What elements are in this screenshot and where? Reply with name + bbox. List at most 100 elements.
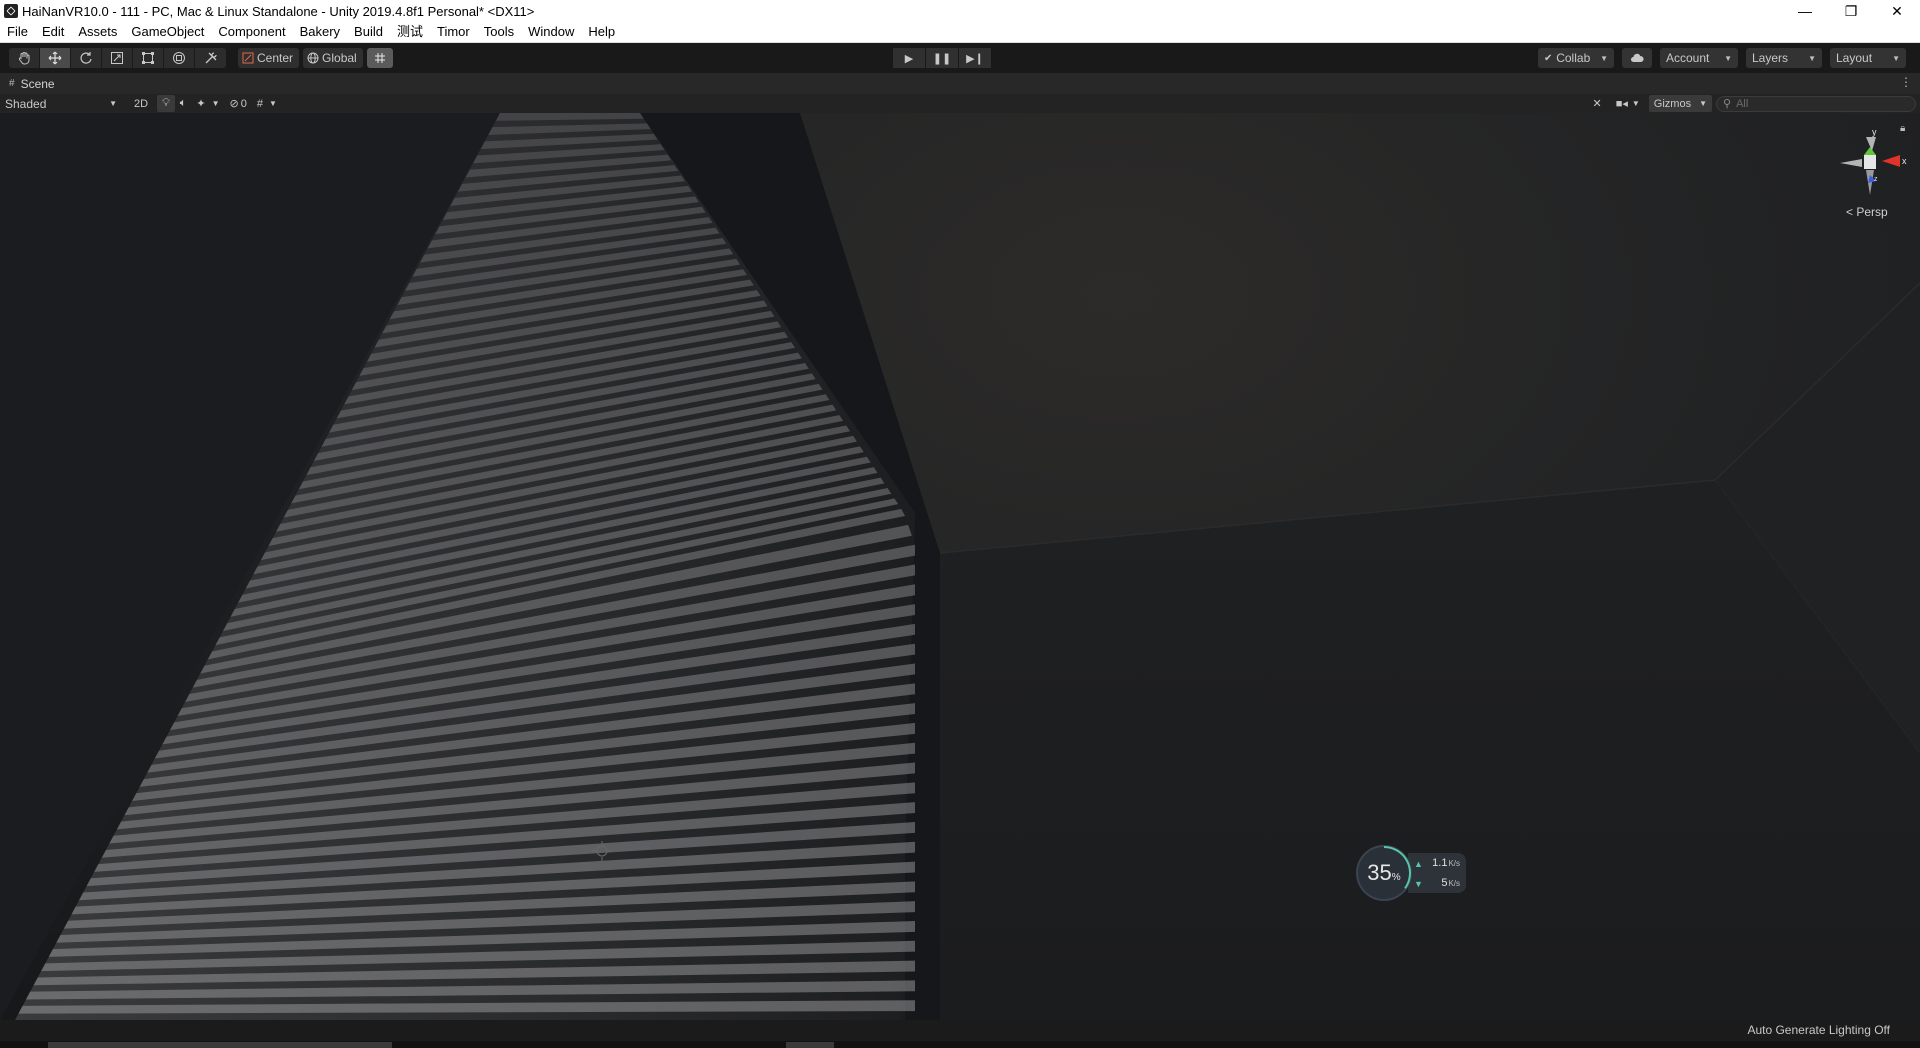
search-icon: ⚲ xyxy=(1723,98,1732,110)
play-button[interactable]: ▶ xyxy=(893,48,925,68)
wrench-icon xyxy=(205,52,217,64)
scene-tab-bar: # Scene ⋮ xyxy=(0,73,1920,95)
collab-label: Collab xyxy=(1556,51,1591,65)
unity-logo-icon xyxy=(4,4,18,18)
hand-tool-button[interactable] xyxy=(9,48,40,68)
step-button[interactable]: ▶❙ xyxy=(959,48,991,68)
chevron-down-icon: ▼ xyxy=(1699,99,1707,108)
scene-lighting-toggle[interactable]: 💡︎ xyxy=(157,95,175,112)
maximize-button[interactable]: ❐ xyxy=(1828,0,1874,22)
gizmo-z-label: z xyxy=(1874,176,1878,183)
menu-tools[interactable]: Tools xyxy=(477,22,521,42)
grid-visibility-dropdown[interactable]: # ▼ xyxy=(252,95,282,112)
gizmos-dropdown[interactable]: Gizmos ▼ xyxy=(1648,95,1712,112)
layers-dropdown[interactable]: Layers ▼ xyxy=(1746,48,1822,68)
menu-test[interactable]: 测试 xyxy=(390,22,430,42)
scene-audio-toggle[interactable]: 🔈︎ xyxy=(175,95,192,112)
shading-mode-dropdown[interactable]: Shaded ▼ xyxy=(3,95,119,112)
tab-scene[interactable]: # Scene xyxy=(0,77,55,91)
gizmo-x-axis xyxy=(1882,155,1900,167)
download-arrow-icon: ▼ xyxy=(1414,879,1423,889)
gizmo-center-cube xyxy=(1864,155,1876,169)
scene-search-input[interactable]: ⚲ All xyxy=(1716,95,1916,112)
pivot-global-button[interactable]: Global xyxy=(303,48,363,68)
transform-tools xyxy=(9,48,226,68)
scene-tools-button[interactable]: ✕ xyxy=(1587,95,1606,112)
custom-tool-button[interactable] xyxy=(195,48,226,68)
globe-icon xyxy=(307,52,319,64)
account-dropdown[interactable]: Account ▼ xyxy=(1660,48,1738,68)
scene-effects-dropdown[interactable]: ✦ ▼ xyxy=(191,95,224,112)
menu-gameobject[interactable]: GameObject xyxy=(124,22,211,42)
hidden-objects-toggle[interactable]: ⊘ 0 xyxy=(225,95,252,112)
eye-slash-icon: ⊘ xyxy=(229,98,239,110)
menu-component[interactable]: Component xyxy=(211,22,292,42)
lock-icon[interactable]: 🔒︎ xyxy=(1900,123,1905,134)
chevron-down-icon: ▼ xyxy=(109,99,117,108)
pause-icon: ❚❚ xyxy=(932,52,952,65)
scene-viewport[interactable]: y x z 🔒︎ < Persp ▲ 1.1 K/s ▼ 5 K/s 35 % xyxy=(0,113,1920,1020)
camera-icon: ■◂ xyxy=(1615,98,1628,110)
layout-label: Layout xyxy=(1836,51,1873,65)
search-placeholder: All xyxy=(1736,97,1749,110)
scale-icon xyxy=(111,52,123,64)
main-toolbar: Center Global ▶ ❚❚ ▶❙ ✔ Collab ▼ Account… xyxy=(0,43,1920,73)
menu-bakery[interactable]: Bakery xyxy=(293,22,347,42)
chevron-down-icon: ▼ xyxy=(1631,99,1640,108)
hand-icon xyxy=(18,52,30,65)
account-label: Account xyxy=(1666,51,1710,65)
chevron-down-icon: ▼ xyxy=(1600,53,1608,63)
taskbar-item[interactable] xyxy=(786,1042,834,1048)
menu-help[interactable]: Help xyxy=(581,22,622,42)
projection-toggle[interactable]: < Persp xyxy=(1846,205,1888,219)
window-title-bar: HaiNanVR10.0 - 111 - PC, Mac & Linux Sta… xyxy=(0,0,1920,22)
transform-tool-button[interactable] xyxy=(164,48,195,68)
play-icon: ▶ xyxy=(904,52,914,65)
grid-snap-button[interactable] xyxy=(366,48,393,68)
persp-label: Persp xyxy=(1856,205,1888,219)
layers-label: Layers xyxy=(1752,51,1789,65)
effects-icon: ✦ xyxy=(196,98,206,110)
chevron-down-icon: ▼ xyxy=(1724,53,1732,63)
menu-timor[interactable]: Timor xyxy=(430,22,477,42)
more-options-icon[interactable]: ⋮ xyxy=(1900,75,1912,89)
toggle-2d-button[interactable]: 2D xyxy=(129,95,153,112)
taskbar-item[interactable] xyxy=(48,1042,392,1048)
pivot-global-label: Global xyxy=(322,51,357,65)
cloud-button[interactable] xyxy=(1622,48,1652,68)
lighting-status[interactable]: Auto Generate Lighting Off xyxy=(1747,1023,1890,1037)
chevron-down-icon: ▼ xyxy=(211,99,220,108)
rect-tool-button[interactable] xyxy=(133,48,164,68)
menu-build[interactable]: Build xyxy=(347,22,390,42)
grid-snap-icon xyxy=(374,53,385,63)
layout-dropdown[interactable]: Layout ▼ xyxy=(1830,48,1906,68)
scene-tab-label: Scene xyxy=(20,76,55,91)
grid-icon: # xyxy=(256,97,263,110)
menu-file[interactable]: File xyxy=(0,22,35,42)
rotate-tool-button[interactable] xyxy=(71,48,102,68)
move-tool-button[interactable] xyxy=(40,48,71,68)
gizmo-y-label: y xyxy=(1872,127,1877,137)
speaker-icon: 🔈︎ xyxy=(179,97,187,109)
pivot-center-button[interactable]: Center xyxy=(238,48,300,68)
menu-window[interactable]: Window xyxy=(521,22,581,42)
wrench-icon: ✕ xyxy=(1592,98,1602,110)
move-arrows-icon xyxy=(48,51,62,65)
window-title: HaiNanVR10.0 - 111 - PC, Mac & Linux Sta… xyxy=(22,3,535,19)
status-bar: Auto Generate Lighting Off xyxy=(0,1020,1920,1041)
network-monitor-widget[interactable]: ▲ 1.1 K/s ▼ 5 K/s 35 % xyxy=(1356,845,1472,905)
collab-dropdown[interactable]: ✔ Collab ▼ xyxy=(1538,48,1614,68)
minimize-button[interactable]: — xyxy=(1782,0,1828,22)
pause-button[interactable]: ❚❚ xyxy=(926,48,958,68)
collab-check-icon: ✔ xyxy=(1544,52,1553,64)
menu-assets[interactable]: Assets xyxy=(71,22,124,42)
rect-transform-icon xyxy=(142,52,154,64)
close-button[interactable]: ✕ xyxy=(1874,0,1920,22)
scale-tool-button[interactable] xyxy=(102,48,133,68)
chevron-down-icon: ▼ xyxy=(1808,53,1816,63)
gizmos-label: Gizmos xyxy=(1653,97,1692,110)
camera-dropdown[interactable]: ■◂ ▼ xyxy=(1611,95,1645,112)
chevron-down-icon: ▼ xyxy=(268,99,277,108)
menu-edit[interactable]: Edit xyxy=(35,22,71,42)
back-wall xyxy=(940,480,1920,1020)
